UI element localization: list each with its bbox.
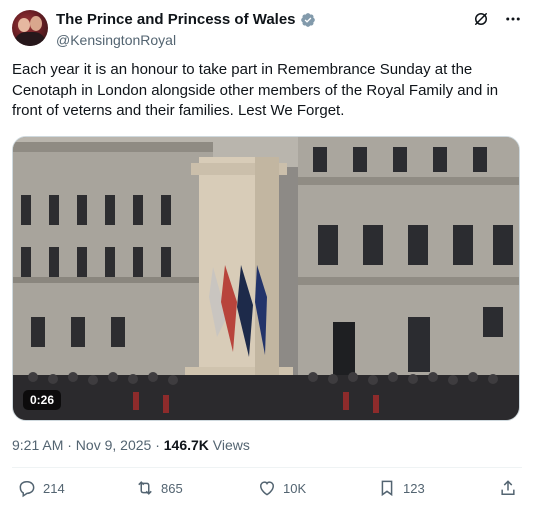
bookmark-button[interactable]: 123 [377,478,425,498]
bookmark-count: 123 [403,480,425,496]
reply-icon [19,481,35,498]
repost-count: 865 [161,480,183,496]
video-player[interactable]: 0:26 [12,136,520,421]
video-duration-badge: 0:26 [23,390,62,410]
header-icons [472,10,522,28]
like-count: 10K [283,480,307,496]
repost-icon [138,481,152,495]
divider [12,467,522,468]
more-options-icon[interactable] [504,10,522,28]
tweet-meta: 9:21 AM · Nov 9, 2025 · 146.7K Views [12,436,250,454]
meta-separator: · [151,437,164,453]
handle[interactable]: @KensingtonRoyal [56,31,316,49]
tweet-text: Each year it is an honour to take part i… [12,61,499,119]
tweet-header: The Prince and Princess of Wales @Kensin… [12,10,522,50]
views-count: 146.7K [163,437,209,453]
grok-icon[interactable] [472,10,490,28]
verified-badge-icon [300,13,315,27]
reply-button[interactable]: 214 [17,478,65,498]
author-info: The Prince and Princess of Wales @Kensin… [56,11,316,49]
share-button[interactable] [498,478,518,498]
timestamp[interactable]: 9:21 AM · Nov 9, 2025 [12,437,151,453]
avatar[interactable] [12,10,48,46]
action-bar: 214 865 10K 123 [12,478,522,504]
heart-icon [259,481,275,496]
video-thumbnail [13,137,519,420]
bookmark-icon [381,480,393,497]
repost-button[interactable]: 865 [135,478,183,498]
reply-count: 214 [43,480,65,496]
display-name-text[interactable]: The Prince and Princess of Wales [56,11,296,29]
display-name[interactable]: The Prince and Princess of Wales [56,11,316,29]
views-label: Views [208,437,250,453]
share-icon [501,480,515,495]
like-button[interactable]: 10K [257,478,306,498]
